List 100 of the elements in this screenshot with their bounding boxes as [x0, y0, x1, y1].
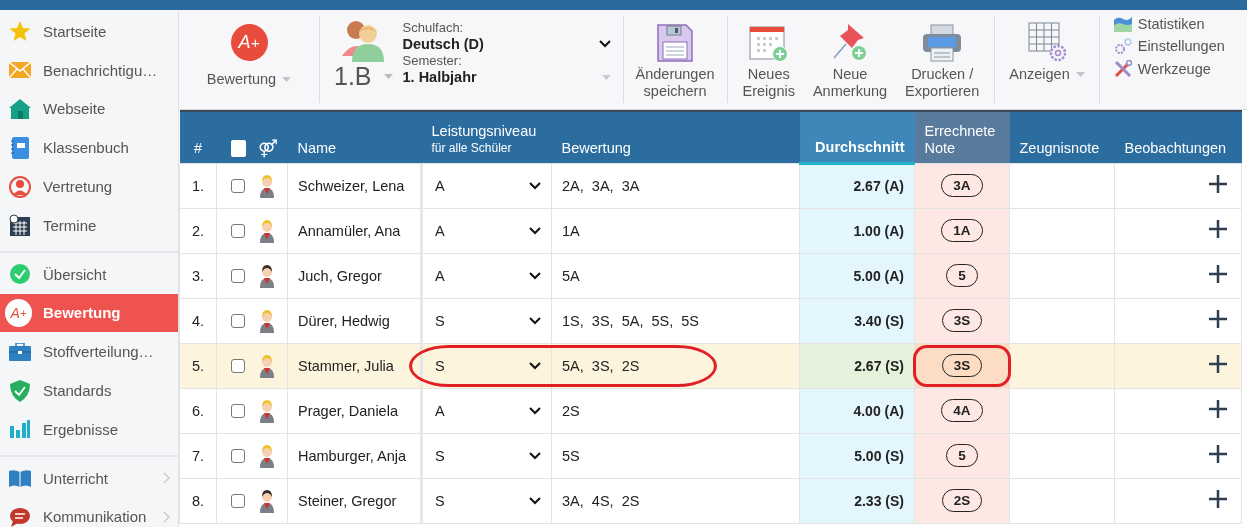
table-row[interactable]: 8. Steiner, Gregor S 3A, 4S, 2S 2.33 (S) 2S: [179, 478, 1242, 523]
grades-cell[interactable]: 2S: [551, 388, 800, 433]
student-icon: [259, 173, 275, 198]
toolbar-button[interactable]: Neues Ereignis: [733, 10, 804, 109]
plus-icon[interactable]: [1209, 490, 1227, 508]
table-row[interactable]: 7. Hamburger, Anja S 5S 5.00 (S) 5: [179, 433, 1242, 478]
plus-icon[interactable]: [1209, 355, 1227, 373]
view-button[interactable]: Anzeigen: [995, 10, 1099, 109]
checkbox[interactable]: [231, 403, 245, 418]
student-icon: [259, 218, 275, 243]
tools-icon: [1113, 60, 1132, 78]
average-cell: 2.67 (A): [799, 163, 915, 208]
column-header: Zeugnisnote: [1009, 111, 1115, 163]
student-icon: [259, 398, 275, 423]
dropdown[interactable]: Deutsch (D): [402, 36, 611, 52]
checkbox[interactable]: [230, 139, 246, 157]
grades-cell[interactable]: 5S: [551, 433, 800, 478]
student-icon: [259, 443, 275, 468]
average-cell: 3.40 (S): [799, 298, 915, 343]
shield-icon: [10, 379, 30, 402]
table-cell: Schweizer, Lena: [287, 163, 422, 208]
sidebar-item[interactable]: Kommunikation: [0, 497, 178, 527]
level-select[interactable]: S: [423, 298, 551, 343]
plus-icon[interactable]: [1209, 265, 1227, 283]
sidebar-item[interactable]: Klassenbuch: [0, 128, 178, 168]
house-icon: [9, 99, 31, 119]
checkbox[interactable]: [231, 178, 245, 193]
sidebar-item[interactable]: Webseite: [0, 89, 178, 129]
toolbar-link[interactable]: Werkzeuge: [1113, 60, 1225, 78]
toolbar-button[interactable]: Neue Anmerkung: [803, 10, 897, 109]
grades-cell[interactable]: 1A: [551, 208, 800, 253]
level-select[interactable]: S: [423, 343, 551, 388]
column-header: Beobachtungen: [1114, 111, 1242, 163]
chevron-down-icon: [529, 406, 541, 415]
plus-icon[interactable]: [1209, 310, 1227, 328]
level-select[interactable]: A: [423, 388, 551, 433]
grades-cell[interactable]: 2A, 3A, 3A: [551, 163, 800, 208]
level-select[interactable]: S: [423, 478, 551, 523]
chevron-down-icon: [529, 271, 541, 280]
grades-cell[interactable]: 1S, 3S, 5A, 5S, 5S: [551, 298, 800, 343]
toolbar-button[interactable]: Änderungen speichern: [623, 10, 727, 109]
row-number: 3.: [179, 253, 217, 298]
chevron-down-icon: [529, 226, 541, 235]
toolbar-link[interactable]: Statistiken: [1113, 16, 1225, 32]
chevron-down-icon: [529, 496, 541, 505]
column-header: Bewertung: [551, 111, 800, 163]
sidebar-item[interactable]: Vertretung: [0, 167, 178, 206]
level-select[interactable]: S: [423, 433, 551, 478]
row-number: 8.: [179, 478, 217, 523]
chevron-down-icon: [529, 181, 541, 190]
row-number: 6.: [179, 388, 217, 433]
level-select[interactable]: A: [423, 208, 551, 253]
checkbox[interactable]: [231, 223, 245, 238]
toolbar-button[interactable]: Drucken / Exportieren: [896, 10, 989, 109]
row-number: 4.: [179, 298, 217, 343]
checkbox[interactable]: [231, 313, 245, 328]
toolbar-link[interactable]: Einstellungen: [1113, 38, 1225, 54]
class-select[interactable]: 1.B: [334, 62, 393, 91]
caret-icon: [383, 74, 393, 79]
check-icon: [9, 263, 31, 286]
sidebar-item[interactable]: Benachrichtigu…: [0, 50, 178, 90]
level-select[interactable]: A: [423, 163, 551, 208]
student-icon: [259, 263, 275, 288]
average-cell: 1.00 (A): [799, 208, 915, 253]
sidebar-item[interactable]: Stoffverteilung…: [0, 332, 178, 372]
sidebar-item[interactable]: Startseite: [0, 12, 178, 51]
sidebar-item[interactable]: Übersicht: [0, 254, 178, 294]
field-label: Schulfach:: [402, 20, 465, 35]
grid-settings-icon: [1028, 22, 1066, 62]
plus-icon[interactable]: [1209, 445, 1227, 463]
sidebar-item[interactable]: Termine: [0, 206, 178, 245]
checkbox[interactable]: [231, 493, 245, 508]
grades-cell[interactable]: 5A: [551, 253, 800, 298]
grades-cell[interactable]: 3A, 4S, 2S: [551, 478, 800, 523]
level-select[interactable]: A: [423, 253, 551, 298]
checkbox[interactable]: [231, 448, 245, 463]
plus-icon[interactable]: [1209, 400, 1227, 418]
gears-icon: [1113, 38, 1132, 54]
checkbox[interactable]: [231, 358, 245, 373]
checkbox[interactable]: [231, 268, 245, 283]
printer-icon: [922, 24, 963, 62]
column-header: Errechnete Note: [914, 111, 1010, 163]
chevron-down-icon: [529, 451, 541, 460]
column-header: Leistungsniveau für alle Schüler: [421, 111, 552, 163]
table-row[interactable]: 2. Annamüler, Ana A 1A 1.00 (A) 1A: [179, 208, 1242, 253]
briefcase-icon: [9, 342, 31, 361]
row-number: 1.: [179, 163, 217, 208]
calendar-add-icon: [748, 24, 789, 62]
sidebar-item[interactable]: Standards: [0, 371, 178, 410]
bar-chart-icon: [10, 420, 30, 439]
table-row[interactable]: 5. Stammer, Julia S 5A, 3S, 2S 2.67 (S) 3S: [179, 343, 1242, 388]
plus-icon[interactable]: [1209, 175, 1227, 193]
plus-icon[interactable]: [1209, 220, 1227, 238]
table-row[interactable]: 3. Juch, Gregor A 5A 5.00 (A) 5: [179, 253, 1242, 298]
person-icon: [9, 175, 31, 198]
table-row[interactable]: 6. Prager, Daniela A 2S 4.00 (A) 4A: [179, 388, 1242, 433]
student-icon: [259, 488, 275, 513]
sidebar-item[interactable]: Unterricht: [0, 458, 178, 498]
table-row[interactable]: 1. Schweizer, Lena A 2A, 3A, 3A 2.67 (A) 3A: [179, 163, 1242, 208]
sidebar-item[interactable]: Ergebnisse: [0, 409, 178, 449]
